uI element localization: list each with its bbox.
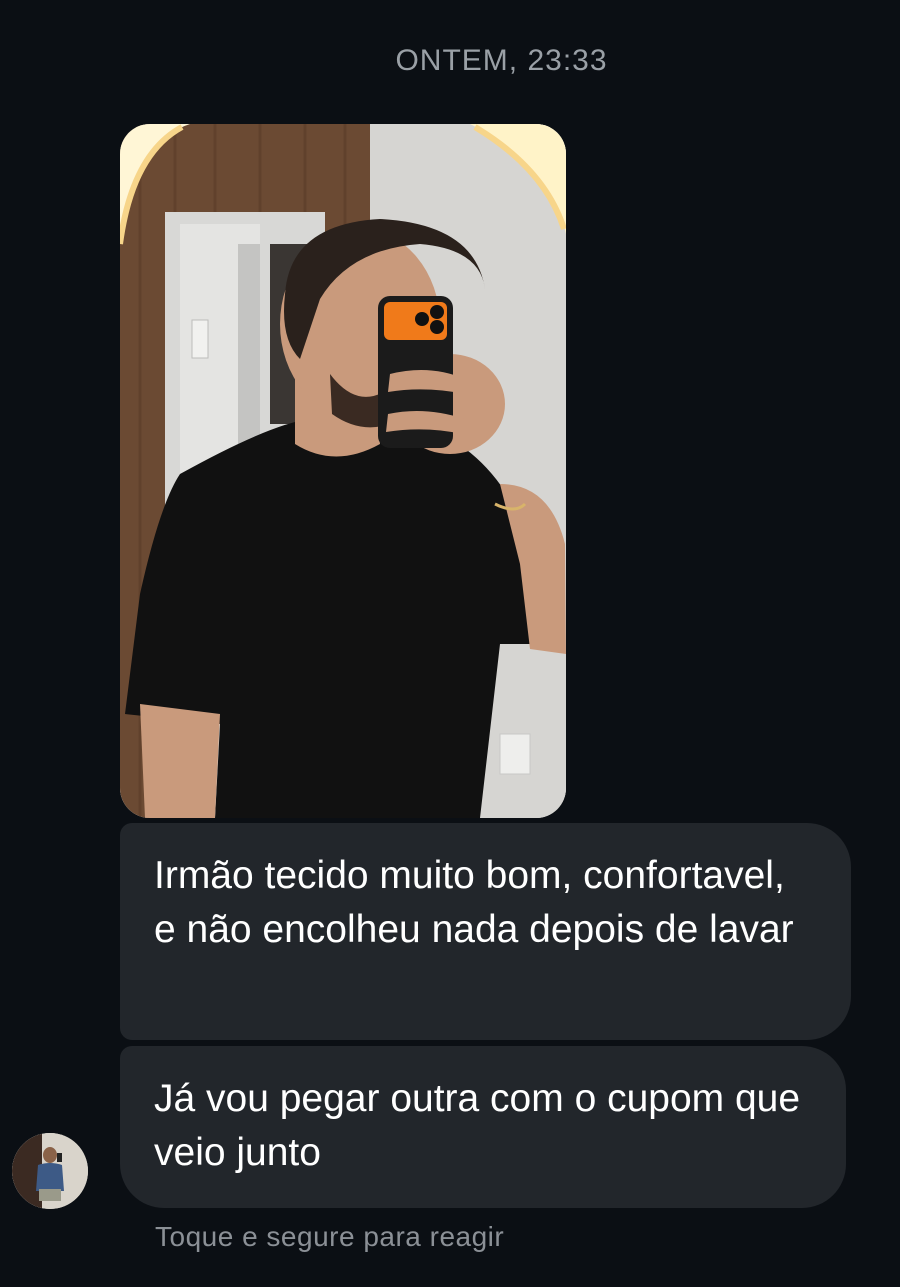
profile-photo-icon <box>12 1133 88 1209</box>
message-text: Já vou pegar outra com o cupom que veio … <box>154 1077 801 1174</box>
reaction-hint: Toque e segure para reagir <box>155 1221 505 1252</box>
message-bubble[interactable]: Já vou pegar outra com o cupom que veio … <box>120 1046 846 1208</box>
message-timestamp: ONTEM, 23:33 <box>395 44 608 77</box>
message-text: Irmão tecido muito bom, confortavel, e n… <box>154 854 794 951</box>
message-bubble[interactable]: Irmão tecido muito bom, confortavel, e n… <box>120 823 851 1040</box>
chat-screen: ONTEM, 23:33 Irmão tecido muito bom, con… <box>0 0 900 1287</box>
mirror-selfie-photo-icon <box>120 124 566 818</box>
message-photo[interactable] <box>120 124 566 818</box>
sender-avatar[interactable] <box>12 1133 88 1209</box>
